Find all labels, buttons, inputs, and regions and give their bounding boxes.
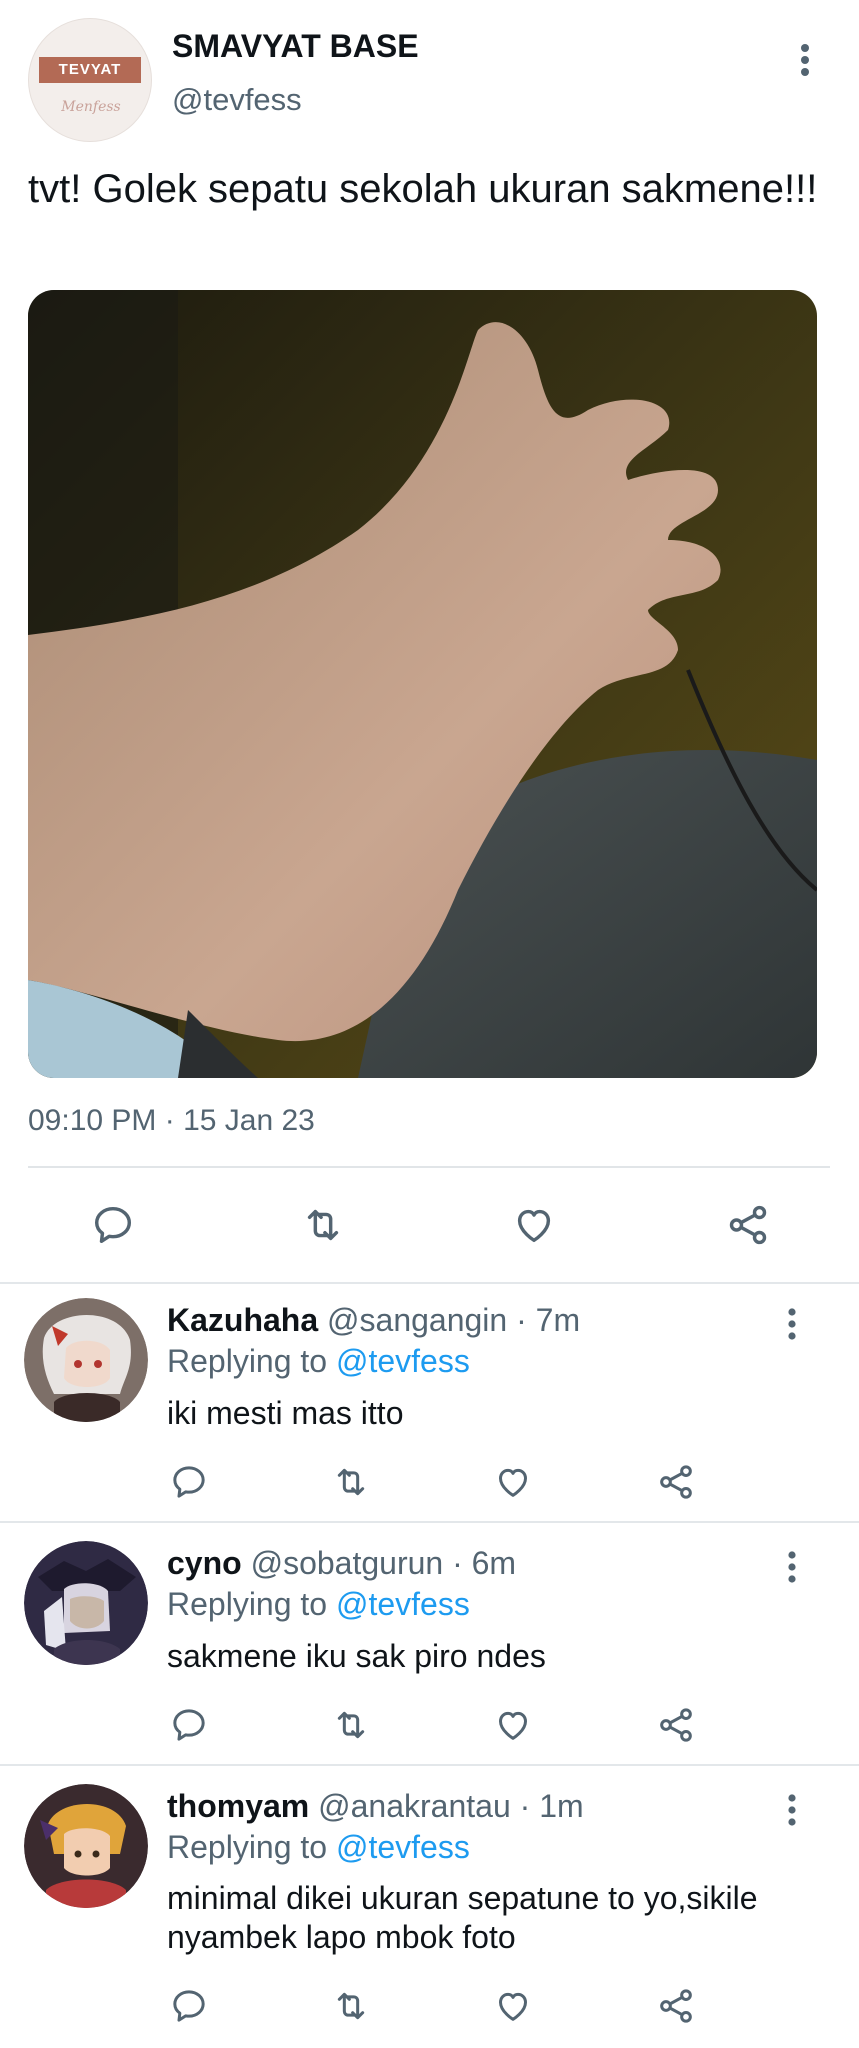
reply-icon[interactable] — [90, 1202, 136, 1248]
reply-handle-time: @anakrantau · 1m — [318, 1788, 584, 1824]
like-icon[interactable] — [492, 1705, 534, 1745]
account-handle[interactable]: @tevfess — [172, 82, 302, 118]
divider — [0, 1764, 859, 1766]
retweet-icon[interactable] — [299, 1202, 347, 1248]
reply-avatar[interactable] — [24, 1784, 148, 1908]
account-name[interactable]: SMAVYAT BASE — [172, 28, 419, 65]
reply-author[interactable]: cyno @sobatgurun · 6m — [167, 1545, 516, 1582]
replying-to-link[interactable]: @tevfess — [336, 1829, 470, 1865]
avatar-banner-text: TEVYAT — [39, 57, 141, 83]
reply-icon[interactable] — [169, 1705, 209, 1745]
reply-icon[interactable] — [169, 1986, 209, 2026]
reply-text: iki mesti mas itto — [167, 1395, 404, 1431]
replying-to: Replying to @tevfess — [167, 1829, 470, 1866]
reply-text: sakmene iku sak piro ndes — [167, 1638, 546, 1674]
reply-avatar[interactable] — [24, 1298, 148, 1422]
like-icon[interactable] — [510, 1202, 558, 1248]
avatar-script-text: Menfess — [61, 99, 121, 115]
replying-to-label: Replying to — [167, 1829, 328, 1865]
replying-to-label: Replying to — [167, 1343, 328, 1379]
replying-to: Replying to @tevfess — [167, 1343, 470, 1380]
account-avatar[interactable]: TEVYAT Menfess — [28, 18, 152, 142]
reply-author-name[interactable]: thomyam — [167, 1788, 309, 1824]
divider — [28, 1166, 830, 1168]
replying-to-label: Replying to — [167, 1586, 328, 1622]
share-icon[interactable] — [724, 1202, 772, 1248]
replying-to-link[interactable]: @tevfess — [336, 1586, 470, 1622]
retweet-icon[interactable] — [330, 1462, 372, 1502]
reply-author[interactable]: Kazuhaha @sangangin · 7m — [167, 1302, 580, 1339]
like-icon[interactable] — [492, 1986, 534, 2026]
share-icon[interactable] — [655, 1462, 697, 1502]
replying-to-link[interactable]: @tevfess — [336, 1343, 470, 1379]
reply-handle-time: @sobatgurun · 6m — [250, 1545, 517, 1581]
reply-author-name[interactable]: cyno — [167, 1545, 242, 1581]
retweet-icon[interactable] — [330, 1986, 372, 2026]
share-icon[interactable] — [655, 1705, 697, 1745]
divider — [0, 1521, 859, 1523]
tweet-photo[interactable] — [28, 290, 817, 1078]
reply-author-name[interactable]: Kazuhaha — [167, 1302, 318, 1338]
share-icon[interactable] — [655, 1986, 697, 2026]
like-icon[interactable] — [492, 1462, 534, 1502]
more-options-icon[interactable] — [784, 1792, 800, 1828]
tweet-timestamp[interactable]: 09:10 PM · 15 Jan 23 — [28, 1104, 315, 1138]
reply-text: minimal dikei ukuran sepatune to yo,siki… — [167, 1880, 758, 1955]
divider — [0, 1282, 859, 1284]
reply-handle-time: @sangangin · 7m — [327, 1302, 581, 1338]
replying-to: Replying to @tevfess — [167, 1586, 470, 1623]
more-options-icon[interactable] — [797, 40, 813, 80]
retweet-icon[interactable] — [330, 1705, 372, 1745]
reply-avatar[interactable] — [24, 1541, 148, 1665]
more-options-icon[interactable] — [784, 1549, 800, 1585]
reply-author[interactable]: thomyam @anakrantau · 1m — [167, 1788, 584, 1825]
more-options-icon[interactable] — [784, 1306, 800, 1342]
reply-icon[interactable] — [169, 1462, 209, 1502]
tweet-text: tvt! Golek sepatu sekolah ukuran sakmene… — [28, 167, 818, 211]
